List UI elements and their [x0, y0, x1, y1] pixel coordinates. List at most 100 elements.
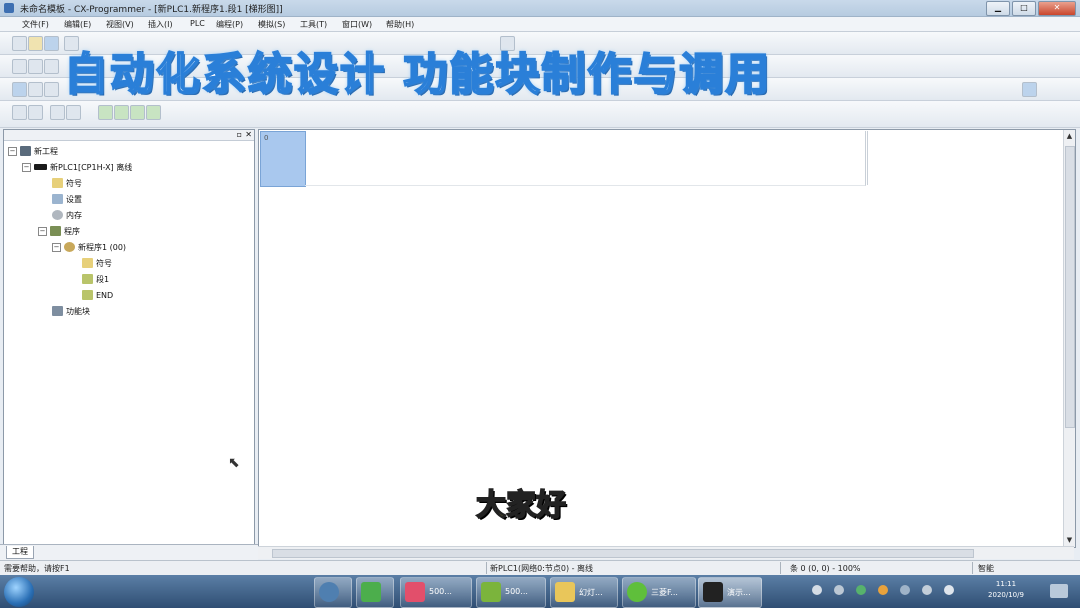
- undo-icon[interactable]: [12, 105, 27, 120]
- ladder-rung[interactable]: [305, 131, 866, 186]
- tree-label: 新程序1 (00): [78, 242, 127, 252]
- contact-icon[interactable]: [98, 105, 113, 120]
- app-icon: [481, 582, 501, 602]
- taskbar-pinned-media[interactable]: [356, 577, 394, 608]
- zoom-in-icon[interactable]: [28, 59, 43, 74]
- app-icon: [627, 582, 647, 602]
- horizontal-scrollbar[interactable]: [258, 546, 1074, 559]
- scroll-thumb[interactable]: [1065, 146, 1075, 428]
- zoom-out-icon[interactable]: [44, 59, 59, 74]
- scroll-up-icon[interactable]: ▲: [1065, 132, 1074, 141]
- tree-label: 内存: [66, 210, 82, 220]
- clock-time: 11:11: [995, 580, 1017, 588]
- copy-icon[interactable]: [66, 105, 81, 120]
- new-file-icon[interactable]: [12, 36, 27, 51]
- contact-nc-icon[interactable]: [114, 105, 129, 120]
- tree-item-symbols[interactable]: 符号: [52, 176, 82, 190]
- taskbar-item-1[interactable]: 500...: [400, 577, 472, 608]
- save-icon[interactable]: [44, 36, 59, 51]
- view-project-icon[interactable]: [12, 82, 27, 97]
- maximize-button[interactable]: □: [1012, 1, 1036, 16]
- close-button[interactable]: ✕: [1038, 1, 1076, 16]
- menu-file[interactable]: 文件(F): [22, 19, 49, 30]
- project-pane-header: ▫ ✕: [4, 130, 254, 141]
- tree-item-section1[interactable]: 段1: [82, 272, 109, 286]
- tab-project[interactable]: 工程: [6, 546, 34, 559]
- menu-help[interactable]: 帮助(H): [386, 19, 414, 30]
- collapse-icon[interactable]: −: [52, 242, 61, 252]
- tree-item-plc[interactable]: − 新PLC1[CP1H-X] 离线: [22, 160, 132, 174]
- menu-edit[interactable]: 编辑(E): [64, 19, 91, 30]
- zoom-icon[interactable]: [12, 59, 27, 74]
- app-icon: [4, 3, 14, 13]
- taskbar-label: 500...: [505, 587, 528, 596]
- tree-label: 段1: [96, 274, 110, 284]
- taskbar-item-2[interactable]: 500...: [476, 577, 546, 608]
- tree-item-function-blocks[interactable]: 功能块: [52, 304, 90, 318]
- vertical-scrollbar[interactable]: ▲ ▼: [1063, 130, 1075, 547]
- coil-nc-icon[interactable]: [146, 105, 161, 120]
- menu-view[interactable]: 视图(V): [106, 19, 134, 30]
- menu-window[interactable]: 窗口(W): [342, 19, 372, 30]
- toolbar-online: [0, 101, 1080, 128]
- volume-icon[interactable]: [944, 585, 954, 595]
- menu-insert[interactable]: 插入(I): [148, 19, 173, 30]
- ladder-editor[interactable]: 0 ▲ ▼: [258, 129, 1076, 548]
- open-folder-icon[interactable]: [28, 36, 43, 51]
- view-output-icon[interactable]: [28, 82, 43, 97]
- project-tree-pane: ▫ ✕ − 新工程 − 新PLC1[CP1H-X] 离线 符号 设置 内存 − …: [3, 129, 255, 561]
- taskbar-item-4[interactable]: 三菱F...: [622, 577, 696, 608]
- menu-tools[interactable]: 工具(T): [300, 19, 327, 30]
- tree-item-project[interactable]: − 新工程: [8, 144, 58, 158]
- menu-plc[interactable]: PLC: [190, 19, 205, 28]
- network-icon[interactable]: [922, 585, 932, 595]
- video-overlay-title: 自动化系统设计 功能块制作与调用: [63, 48, 772, 101]
- collapse-icon[interactable]: −: [22, 162, 31, 172]
- pin-icon[interactable]: ▫: [237, 130, 242, 139]
- menu-simulate[interactable]: 模拟(S): [258, 19, 285, 30]
- app-icon: [405, 582, 425, 602]
- menu-program[interactable]: 编程(P): [216, 19, 243, 30]
- symbols-icon: [52, 178, 63, 188]
- rung-selection[interactable]: 0: [260, 131, 306, 187]
- program-icon: [64, 242, 75, 252]
- collapse-icon[interactable]: −: [8, 146, 17, 156]
- taskbar-item-3[interactable]: 幻灯...: [550, 577, 618, 608]
- tree-item-end[interactable]: END: [82, 288, 113, 302]
- tree-label: 功能块: [66, 306, 90, 316]
- tray-icon[interactable]: [900, 585, 910, 595]
- mouse-cursor-icon: ⬉: [228, 455, 240, 471]
- taskbar-pinned-ie[interactable]: [314, 577, 352, 608]
- slideshow-icon: [555, 582, 575, 602]
- tree-item-memory[interactable]: 内存: [52, 208, 82, 222]
- tray-arrow-icon[interactable]: [812, 585, 822, 595]
- left-pane-tabbar: 工程: [0, 544, 258, 560]
- tree-item-program1[interactable]: − 新程序1 (00): [52, 240, 126, 254]
- function-block-icon: [52, 306, 63, 316]
- tray-icon[interactable]: [878, 585, 888, 595]
- tray-icon[interactable]: [856, 585, 866, 595]
- view-watch-icon[interactable]: [44, 82, 59, 97]
- coil-icon[interactable]: [130, 105, 145, 120]
- tree-item-program-symbols[interactable]: 符号: [82, 256, 112, 270]
- taskbar-label: 500...: [429, 587, 452, 596]
- show-desktop-icon[interactable]: [1050, 584, 1068, 598]
- browser-icon: [319, 582, 339, 602]
- start-button[interactable]: [4, 577, 34, 607]
- tree-item-settings[interactable]: 设置: [52, 192, 82, 206]
- ladder-rung-comment[interactable]: [867, 131, 1064, 185]
- collapse-icon[interactable]: −: [38, 226, 47, 236]
- settings-icon: [52, 194, 63, 204]
- scroll-thumb[interactable]: [272, 549, 974, 558]
- tree-item-programs[interactable]: − 程序: [38, 224, 80, 238]
- taskbar-item-5-active[interactable]: 演示...: [698, 577, 762, 608]
- redo-icon[interactable]: [28, 105, 43, 120]
- cut-icon[interactable]: [50, 105, 65, 120]
- scroll-down-icon[interactable]: ▼: [1065, 536, 1074, 545]
- video-subtitle: 大家好: [475, 487, 567, 524]
- minimize-button[interactable]: ▁: [986, 1, 1010, 16]
- taskbar-clock[interactable]: 11:11 2020/10/9: [976, 579, 1036, 601]
- status-mode: 智能: [978, 564, 994, 573]
- pane-close-icon[interactable]: ✕: [245, 130, 252, 139]
- tray-icon[interactable]: [834, 585, 844, 595]
